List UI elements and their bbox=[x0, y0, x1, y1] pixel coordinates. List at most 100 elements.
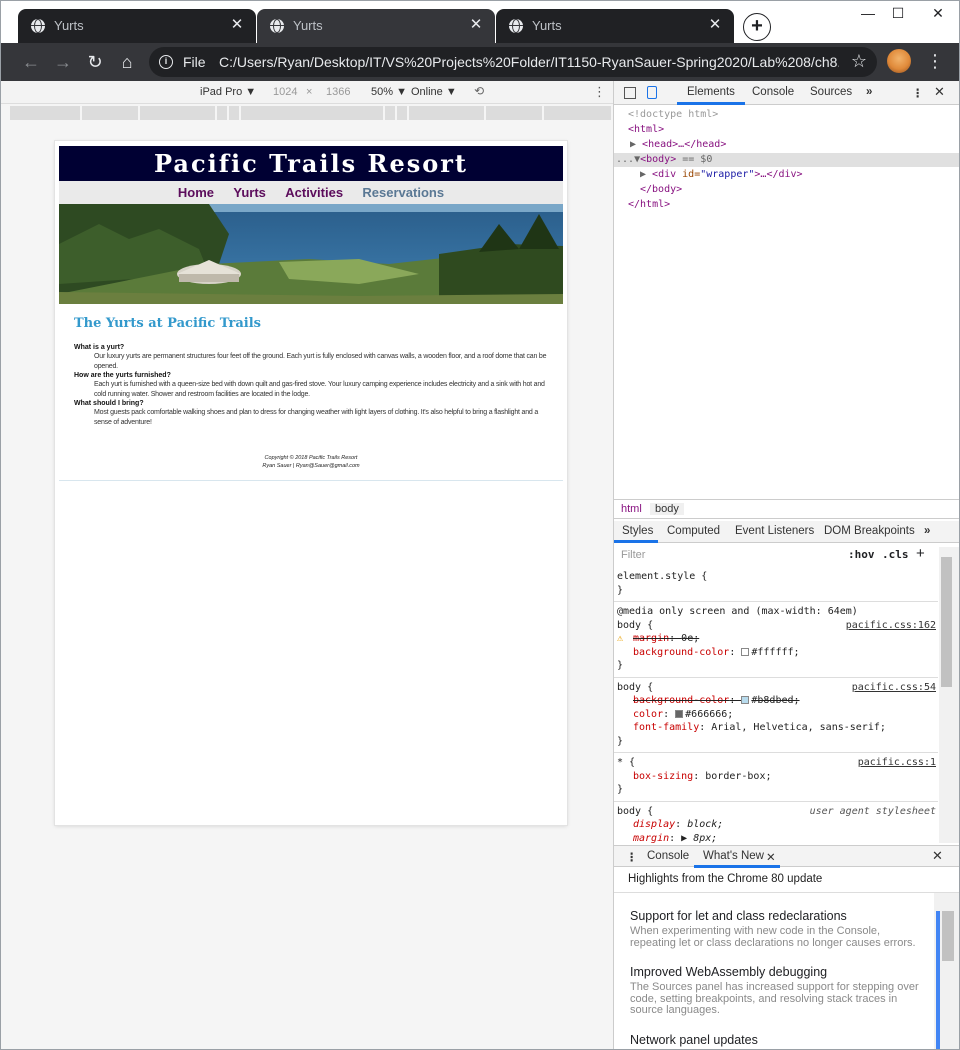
css-property[interactable]: color: #666666; bbox=[617, 708, 934, 722]
drawer-menu-icon[interactable]: ⋮ bbox=[626, 850, 638, 864]
tab-computed[interactable]: Computed bbox=[667, 525, 720, 537]
class-toggle[interactable]: .cls bbox=[882, 548, 909, 561]
list-item[interactable]: Improved WebAssembly debugging The Sourc… bbox=[614, 965, 934, 1017]
media-query-ruler[interactable] bbox=[10, 106, 611, 120]
source-link[interactable]: pacific.css:162 bbox=[846, 619, 936, 633]
dom-tree: <!doctype html> <html> ▶ <head>…</head> … bbox=[614, 107, 959, 497]
tab-elements[interactable]: Elements bbox=[687, 86, 735, 98]
rule-universal[interactable]: * {pacific.css:1 box-sizing: border-box;… bbox=[614, 753, 938, 802]
close-icon[interactable]: ✕ bbox=[228, 16, 246, 34]
css-property[interactable]: background-color: #ffffff; bbox=[617, 646, 934, 660]
css-property[interactable]: margin: ▶ 8px; bbox=[617, 832, 934, 846]
hover-state-toggle[interactable]: :hov bbox=[848, 548, 875, 561]
hero-image bbox=[59, 204, 563, 304]
tab-yurts-1[interactable]: Yurts ✕ bbox=[18, 9, 256, 43]
tab-whats-new[interactable]: What's New bbox=[703, 850, 764, 862]
reload-icon[interactable]: ↻ bbox=[84, 51, 106, 73]
minimize-button[interactable]: — bbox=[853, 5, 883, 21]
nav-link-yurts[interactable]: Yurts bbox=[233, 181, 266, 204]
throttle-select[interactable]: Online ▼ bbox=[411, 86, 457, 98]
close-icon[interactable]: ✕ bbox=[467, 16, 485, 34]
nav-link-home[interactable]: Home bbox=[178, 181, 214, 204]
device-width-input[interactable]: 1024 bbox=[273, 86, 297, 98]
nav-link-reservations[interactable]: Reservations bbox=[362, 181, 444, 204]
rule-body-base[interactable]: body {pacific.css:54 background-color: #… bbox=[614, 678, 938, 753]
close-icon[interactable]: ✕ bbox=[766, 850, 776, 864]
rule-body-media[interactable]: @media only screen and (max-width: 64em)… bbox=[614, 602, 938, 678]
styles-scrollbar[interactable] bbox=[939, 547, 959, 843]
breadcrumb-body[interactable]: body bbox=[650, 503, 684, 515]
css-property[interactable]: display: block; bbox=[617, 818, 934, 832]
more-tabs-icon[interactable]: » bbox=[924, 525, 930, 537]
scrollbar-thumb[interactable] bbox=[941, 557, 952, 687]
color-swatch[interactable] bbox=[741, 696, 750, 704]
tab-drawer-console[interactable]: Console bbox=[647, 850, 689, 862]
tab-yurts-3[interactable]: Yurts ✕ bbox=[496, 9, 734, 43]
css-property[interactable]: font-family: Arial, Helvetica, sans-seri… bbox=[617, 721, 934, 735]
tab-yurts-2[interactable]: Yurts ✕ bbox=[257, 9, 495, 43]
coastal-yurt-photo bbox=[59, 204, 563, 304]
maximize-button[interactable]: ☐ bbox=[883, 5, 913, 21]
close-icon[interactable]: ✕ bbox=[706, 16, 724, 34]
devtools-close-icon[interactable]: ✕ bbox=[934, 84, 945, 100]
dom-html-close[interactable]: </html> bbox=[628, 197, 670, 212]
tab-sources[interactable]: Sources bbox=[810, 86, 852, 98]
rule-element-style[interactable]: element.style { } bbox=[614, 567, 938, 602]
list-item[interactable]: Support for let and class redeclarations… bbox=[614, 909, 934, 949]
list-item[interactable]: Network panel updates bbox=[614, 1033, 934, 1048]
more-options-icon[interactable]: ⋮ bbox=[593, 84, 606, 100]
forward-arrow-icon[interactable]: → bbox=[52, 51, 74, 73]
dom-div-wrapper[interactable]: ▶ <div id="wrapper">…</div> bbox=[640, 167, 803, 182]
tab-console[interactable]: Console bbox=[752, 86, 794, 98]
tab-styles[interactable]: Styles bbox=[622, 525, 653, 537]
breadcrumb-html[interactable]: html bbox=[621, 503, 642, 515]
dom-body-close[interactable]: </body> bbox=[640, 182, 682, 197]
source-link[interactable]: pacific.css:54 bbox=[852, 681, 936, 695]
faq-question: What should I bring? bbox=[74, 400, 144, 407]
dom-body-node[interactable]: ...▼<body> == $0 bbox=[616, 152, 712, 167]
source-label: user agent stylesheet bbox=[809, 805, 936, 817]
css-property[interactable]: background-color: #b8dbed; bbox=[617, 694, 934, 708]
dom-head-node[interactable]: ▶ <head>…</head> bbox=[630, 137, 726, 152]
home-icon[interactable]: ⌂ bbox=[116, 51, 138, 73]
browser-menu-icon[interactable]: ⋮ bbox=[925, 49, 945, 73]
device-select[interactable]: iPad Pro ▼ bbox=[200, 86, 256, 98]
color-swatch[interactable] bbox=[675, 709, 684, 718]
inspect-element-icon[interactable] bbox=[624, 87, 636, 99]
dom-doctype[interactable]: <!doctype html> bbox=[628, 107, 718, 122]
nav-link-activities[interactable]: Activities bbox=[285, 181, 343, 204]
window-close-button[interactable]: ✕ bbox=[923, 5, 953, 21]
faq-question: What is a yurt? bbox=[74, 344, 125, 351]
rule-user-agent[interactable]: body {user agent stylesheet display: blo… bbox=[614, 802, 938, 846]
news-scrollbar[interactable] bbox=[934, 893, 959, 1049]
info-icon[interactable]: i bbox=[159, 55, 173, 69]
css-property[interactable]: ⚠ margin: 0e; bbox=[617, 632, 934, 646]
dom-html-open[interactable]: <html> bbox=[628, 122, 664, 137]
back-arrow-icon[interactable]: ← bbox=[20, 51, 42, 73]
bookmark-star-icon[interactable]: ☆ bbox=[851, 51, 867, 72]
css-property[interactable]: box-sizing: border-box; bbox=[617, 770, 934, 784]
drawer-close-icon[interactable]: ✕ bbox=[932, 848, 943, 864]
rotate-icon[interactable]: ⟲ bbox=[474, 84, 484, 98]
tab-event-listeners[interactable]: Event Listeners bbox=[735, 525, 814, 537]
globe-icon bbox=[31, 19, 45, 33]
devtools-menu-icon[interactable]: ⋮ bbox=[912, 86, 924, 100]
address-bar[interactable]: i File C:/Users/Ryan/Desktop/IT/VS%20Pro… bbox=[149, 47, 877, 77]
color-swatch[interactable] bbox=[741, 647, 750, 656]
url-text[interactable]: C:/Users/Ryan/Desktop/IT/VS%20Projects%2… bbox=[219, 54, 839, 70]
add-rule-icon[interactable]: + bbox=[916, 545, 925, 562]
email-text[interactable]: Ryan Sauer | Ryan@Sauer@gmail.com bbox=[59, 462, 563, 470]
device-toggle-icon[interactable] bbox=[647, 86, 657, 99]
profile-avatar[interactable] bbox=[887, 49, 911, 73]
dimension-separator: × bbox=[306, 86, 313, 98]
tab-dom-breakpoints[interactable]: DOM Breakpoints bbox=[824, 525, 915, 537]
scrollbar-thumb[interactable] bbox=[942, 911, 954, 961]
new-tab-button[interactable]: + bbox=[743, 13, 771, 41]
faq-answer: Most guests pack comfortable walking sho… bbox=[94, 409, 539, 426]
zoom-select[interactable]: 50% ▼ bbox=[371, 86, 407, 98]
styles-filter-input[interactable]: Filter bbox=[621, 549, 645, 561]
source-link[interactable]: pacific.css:1 bbox=[858, 756, 936, 770]
more-tabs-icon[interactable]: » bbox=[866, 86, 872, 98]
device-height-input[interactable]: 1366 bbox=[326, 86, 350, 98]
browser-window: Yurts ✕ Yurts ✕ Yurts ✕ + — ☐ ✕ ← → ↻ ⌂ … bbox=[0, 0, 960, 1050]
